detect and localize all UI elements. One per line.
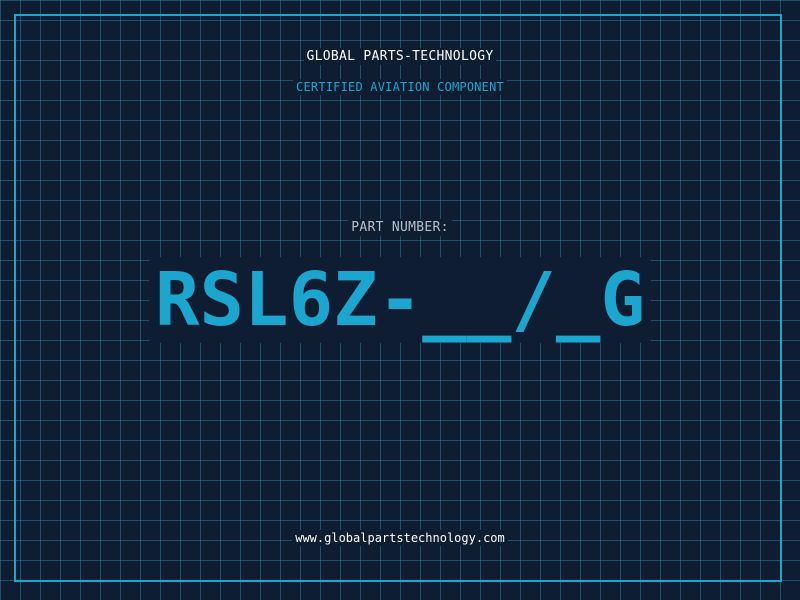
company-name: GLOBAL PARTS-TECHNOLOGY [0, 48, 800, 65]
company-name-text: GLOBAL PARTS-TECHNOLOGY [303, 48, 497, 65]
part-number-label: PART NUMBER: [0, 219, 800, 236]
certification-subtitle-text: CERTIFIED AVIATION COMPONENT [293, 79, 507, 95]
website-url-text: www.globalpartstechnology.com [292, 530, 508, 546]
certification-subtitle: CERTIFIED AVIATION COMPONENT [0, 79, 800, 95]
website-url: www.globalpartstechnology.com [0, 530, 800, 546]
part-number: RSL6Z-__/_G [0, 255, 800, 345]
part-number-value: RSL6Z-__/_G [148, 257, 652, 343]
grid-background: GLOBAL PARTS-TECHNOLOGY CERTIFIED AVIATI… [0, 0, 800, 600]
part-number-label-text: PART NUMBER: [348, 219, 452, 236]
